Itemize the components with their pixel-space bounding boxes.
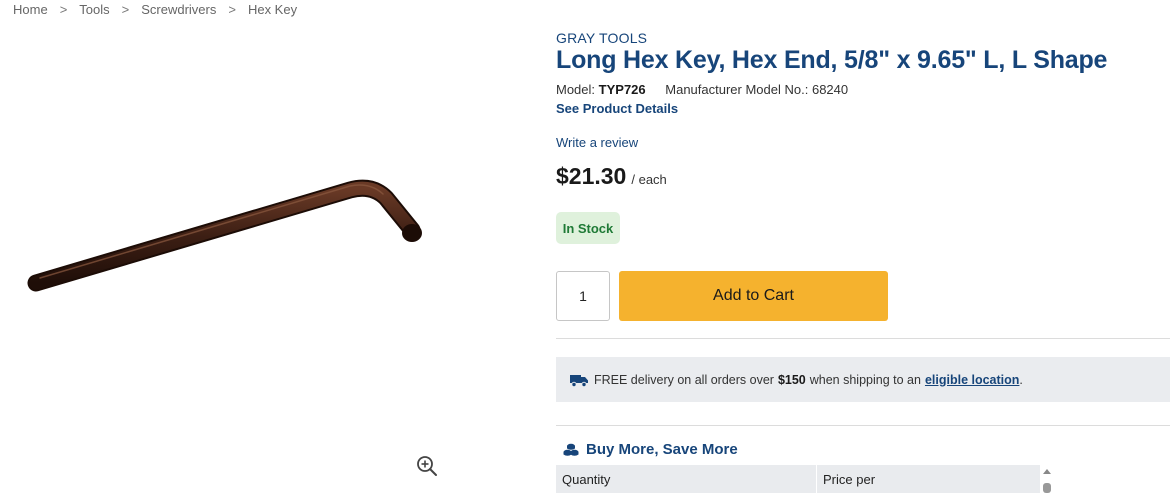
delivery-banner: FREE delivery on all orders over $150 wh… bbox=[556, 357, 1170, 402]
product-brand[interactable]: GRAY TOOLS bbox=[556, 30, 647, 46]
scroll-thumb bbox=[1043, 483, 1051, 493]
price-tier-table: Quantity Price per bbox=[556, 465, 1040, 493]
column-header-price-per: Price per bbox=[823, 471, 876, 487]
breadcrumb-separator: > bbox=[59, 2, 68, 17]
stock-badge: In Stock bbox=[556, 212, 620, 244]
coins-icon bbox=[563, 443, 579, 456]
delivery-text-middle: when shipping to an bbox=[809, 372, 921, 387]
delivery-period: . bbox=[1019, 372, 1023, 387]
divider bbox=[556, 425, 1170, 426]
eligible-location-link[interactable]: eligible location bbox=[925, 373, 1019, 387]
divider bbox=[556, 338, 1170, 339]
breadcrumb-separator: > bbox=[228, 2, 236, 17]
product-image[interactable] bbox=[20, 170, 440, 310]
price-unit: / each bbox=[631, 172, 667, 187]
delivery-text: FREE delivery on all orders over bbox=[594, 372, 774, 387]
breadcrumb-screwdrivers[interactable]: Screwdrivers bbox=[141, 2, 216, 17]
price-row: $21.30 / each bbox=[556, 163, 667, 190]
product-title: Long Hex Key, Hex End, 5/8" x 9.65" L, L… bbox=[556, 46, 1108, 74]
breadcrumb-tools[interactable]: Tools bbox=[79, 2, 109, 17]
manufacturer-model-label: Manufacturer Model No.: bbox=[665, 82, 809, 97]
breadcrumb-home[interactable]: Home bbox=[13, 2, 48, 17]
model-value: TYP726 bbox=[598, 82, 646, 97]
buy-more-title: Buy More, Save More bbox=[586, 441, 738, 458]
breadcrumb-hex-key[interactable]: Hex Key bbox=[248, 2, 297, 17]
manufacturer-model-value: 68240 bbox=[811, 82, 849, 97]
breadcrumb: Home > Tools > Screwdrivers > Hex Key bbox=[13, 2, 297, 17]
buy-more-section-title: Buy More, Save More bbox=[563, 441, 738, 458]
zoom-icon[interactable] bbox=[416, 455, 438, 477]
model-label: Model: bbox=[556, 82, 596, 97]
column-header-quantity: Quantity bbox=[556, 465, 817, 493]
see-product-details-link[interactable]: See Product Details bbox=[556, 101, 678, 116]
quantity-input[interactable] bbox=[556, 271, 610, 321]
write-review-link[interactable]: Write a review bbox=[556, 135, 638, 150]
delivery-threshold: $150 bbox=[777, 372, 806, 387]
table-scrollbar[interactable] bbox=[1040, 465, 1054, 493]
add-to-cart-button[interactable]: Add to Cart bbox=[619, 271, 888, 321]
model-line: Model: TYP726 Manufacturer Model No.: 68… bbox=[556, 82, 848, 97]
scroll-up-icon bbox=[1043, 469, 1051, 474]
breadcrumb-separator: > bbox=[121, 2, 130, 17]
truck-icon bbox=[570, 374, 588, 387]
hex-key-image bbox=[27, 179, 422, 292]
price: $21.30 bbox=[556, 163, 627, 189]
